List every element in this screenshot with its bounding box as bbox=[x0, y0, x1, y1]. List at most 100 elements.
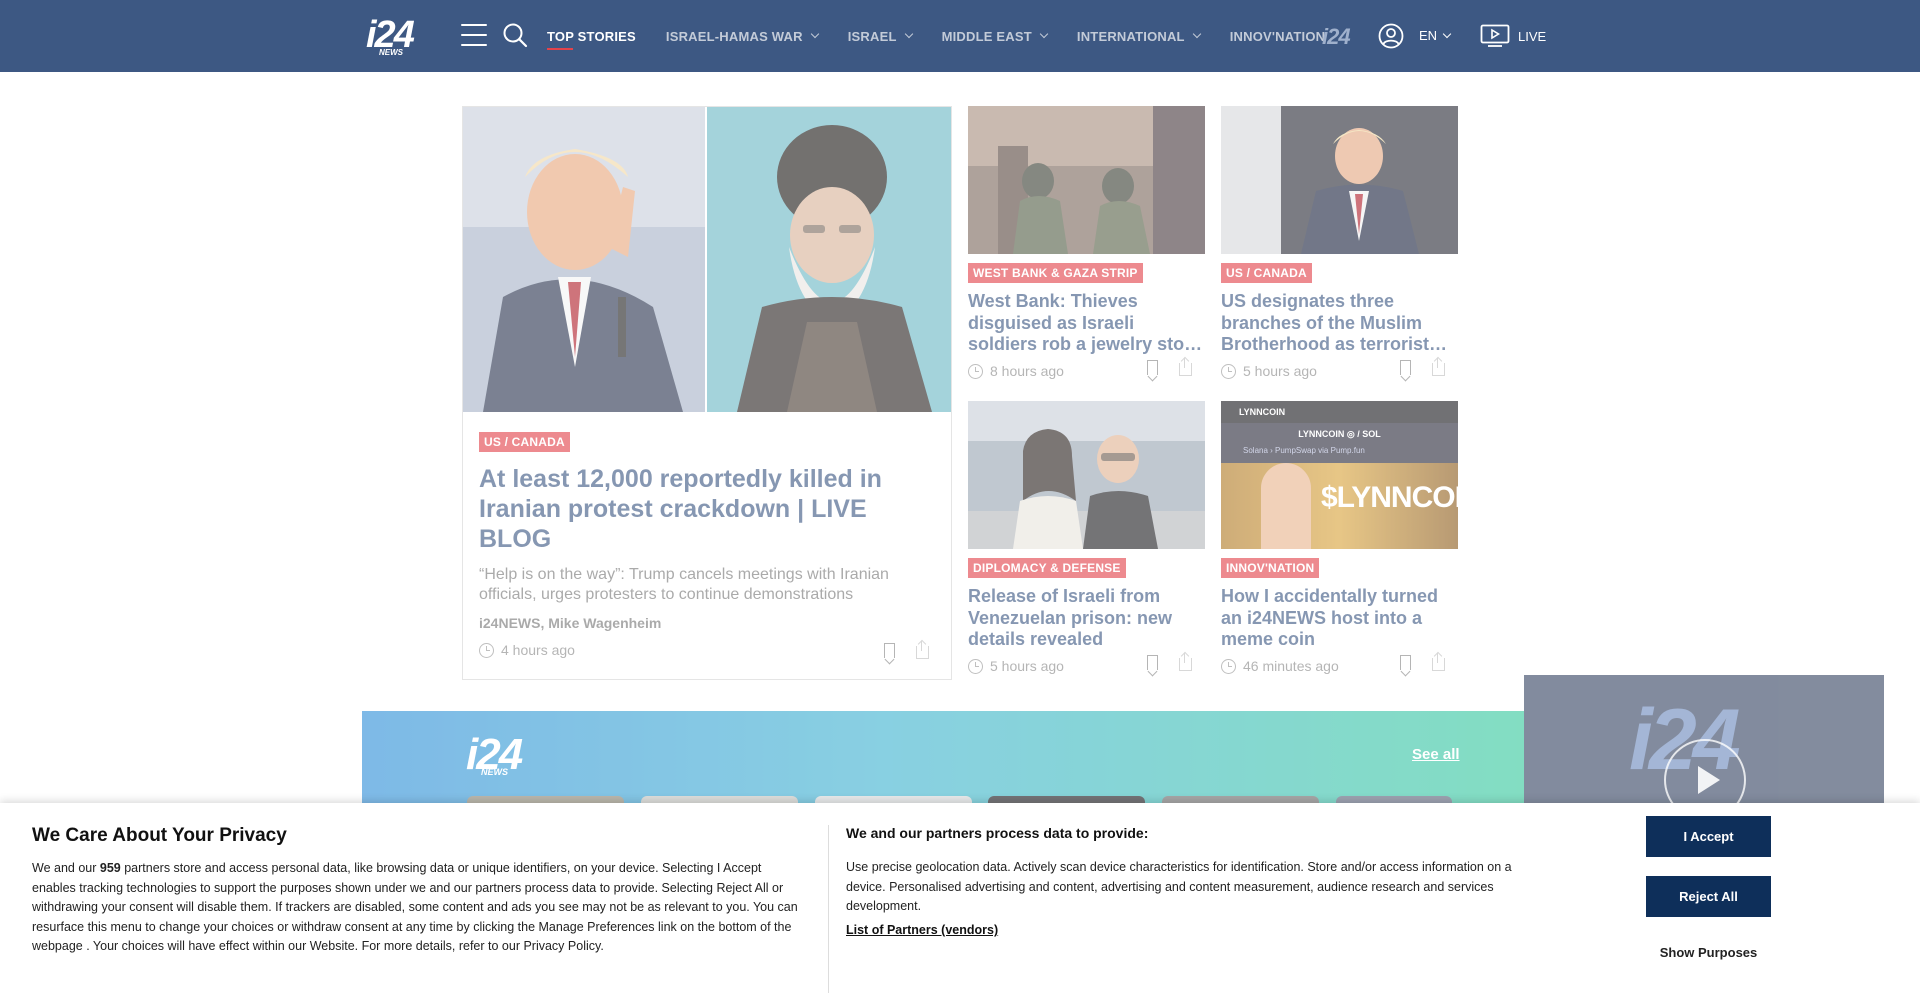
consent-divider bbox=[828, 825, 829, 993]
bookmark-icon[interactable] bbox=[1400, 360, 1411, 375]
article-card[interactable]: DIPLOMACY & DEFENSE Release of Israeli f… bbox=[968, 401, 1205, 674]
chevron-down-icon bbox=[810, 29, 819, 39]
nav-international[interactable]: INTERNATIONAL bbox=[1076, 0, 1201, 72]
article-card[interactable]: WEST BANK & GAZA STRIP West Bank: Thieve… bbox=[968, 106, 1205, 379]
nav-label: ISRAEL-HAMAS WAR bbox=[665, 28, 803, 44]
category-tag[interactable]: US / CANADA bbox=[1221, 263, 1312, 283]
category-tag[interactable]: US / CANADA bbox=[479, 432, 570, 452]
see-all-link[interactable]: See all bbox=[1412, 746, 1460, 763]
logo-subtext: NEWS bbox=[379, 48, 403, 57]
card-actions bbox=[1145, 653, 1205, 672]
share-icon[interactable] bbox=[1432, 358, 1445, 376]
nav-label: INTERNATIONAL bbox=[1076, 28, 1185, 44]
search-icon[interactable] bbox=[502, 22, 528, 48]
bookmark-icon[interactable] bbox=[1147, 655, 1158, 670]
article-title[interactable]: US designates three branches of the Musl… bbox=[1221, 291, 1458, 355]
consent-body-text: partners store and access personal data,… bbox=[32, 861, 798, 953]
nav-label: TOP STORIES bbox=[547, 28, 636, 44]
article-image[interactable] bbox=[1221, 106, 1458, 254]
chevron-down-icon bbox=[1039, 29, 1049, 39]
nav-middle-east[interactable]: MIDDLE EAST bbox=[941, 0, 1049, 72]
coin-route-label: Solana › PumpSwap via Pump.fun bbox=[1243, 446, 1365, 455]
nav-israel-hamas-war[interactable]: ISRAEL-HAMAS WAR bbox=[665, 0, 819, 72]
consent-body: We and our 959 partners store and access… bbox=[32, 859, 802, 957]
vendors-list-link[interactable]: List of Partners (vendors) bbox=[846, 923, 998, 937]
article-title[interactable]: Release of Israeli from Venezuelan priso… bbox=[968, 586, 1205, 650]
time-label: 46 minutes ago bbox=[1243, 658, 1339, 674]
logo-text: i24 bbox=[366, 14, 415, 56]
khamenei-photo bbox=[707, 107, 951, 412]
live-label: LIVE bbox=[1518, 28, 1547, 44]
live-tv-icon bbox=[1480, 24, 1510, 47]
live-button[interactable]: LIVE bbox=[1480, 24, 1546, 48]
article-author: i24NEWS, Mike Wagenheim bbox=[479, 615, 662, 631]
coin-name: $LYNNCOIN bbox=[1321, 481, 1458, 514]
consent-body-text: We and our bbox=[32, 861, 100, 875]
bookmark-icon[interactable] bbox=[1400, 655, 1411, 670]
article-card[interactable]: LYNNCOIN LYNNCOIN ◎ / SOL Solana › PumpS… bbox=[1221, 401, 1458, 674]
language-selector[interactable]: EN bbox=[1419, 28, 1452, 43]
reject-all-button[interactable]: Reject All bbox=[1646, 876, 1771, 917]
share-icon[interactable] bbox=[916, 641, 929, 659]
time-label: 5 hours ago bbox=[1243, 363, 1317, 379]
privacy-consent-banner: We Care About Your Privacy We and our 95… bbox=[0, 803, 1920, 993]
main-nav: TOP STORIES ISRAEL-HAMAS WAR ISRAEL MIDD… bbox=[547, 0, 1355, 72]
category-tag[interactable]: DIPLOMACY & DEFENSE bbox=[968, 558, 1126, 578]
coin-pair-label: LYNNCOIN ◎ / SOL bbox=[1298, 429, 1381, 439]
category-tag[interactable]: WEST BANK & GAZA STRIP bbox=[968, 263, 1143, 283]
article-card[interactable]: US / CANADA US designates three branches… bbox=[1221, 106, 1458, 379]
language-label: EN bbox=[1419, 28, 1438, 43]
featured-article[interactable]: US / CANADA At least 12,000 reportedly k… bbox=[462, 106, 952, 680]
clock-icon bbox=[968, 658, 983, 674]
clock-icon bbox=[1221, 658, 1236, 674]
nav-label: MIDDLE EAST bbox=[941, 28, 1032, 44]
trump-photo bbox=[463, 107, 705, 412]
card-actions bbox=[1398, 653, 1458, 672]
share-icon[interactable] bbox=[1179, 653, 1192, 671]
accept-button[interactable]: I Accept bbox=[1646, 816, 1771, 857]
user-account-icon[interactable] bbox=[1378, 23, 1404, 49]
nav-label: INNOV'NATION bbox=[1229, 28, 1326, 44]
nav-innovnation[interactable]: INNOV'NATION bbox=[1230, 0, 1326, 72]
article-image[interactable]: LYNNCOIN LYNNCOIN ◎ / SOL Solana › PumpS… bbox=[1221, 401, 1458, 549]
bookmark-icon[interactable] bbox=[884, 643, 895, 658]
partners-count: 959 bbox=[99, 861, 121, 875]
article-title[interactable]: West Bank: Thieves disguised as Israeli … bbox=[968, 291, 1205, 355]
i24-plus-logo[interactable]: i24 bbox=[1322, 24, 1351, 50]
featured-article-description: “Help is on the way”: Trump cancels meet… bbox=[479, 566, 889, 603]
clock-icon bbox=[968, 363, 983, 379]
video-title-bar: LYNNCOIN bbox=[1221, 401, 1458, 423]
clock-icon bbox=[479, 642, 494, 658]
time-label: 5 hours ago bbox=[990, 658, 1064, 674]
host-figure bbox=[1261, 463, 1311, 549]
share-icon[interactable] bbox=[1179, 358, 1192, 376]
time-label: 8 hours ago bbox=[990, 363, 1064, 379]
article-image[interactable] bbox=[968, 401, 1205, 549]
i24news-logo[interactable]: i24 NEWS bbox=[366, 14, 432, 57]
chevron-down-icon bbox=[904, 29, 913, 39]
article-title[interactable]: How I accidentally turned an i24NEWS hos… bbox=[1221, 586, 1458, 650]
strip-logo-subtext: NEWS bbox=[481, 767, 508, 777]
card-actions bbox=[1398, 358, 1458, 377]
time-label: 4 hours ago bbox=[501, 642, 575, 658]
nav-top-stories[interactable]: TOP STORIES bbox=[547, 0, 636, 72]
chevron-down-icon bbox=[1442, 29, 1452, 38]
show-purposes-button[interactable]: Show Purposes bbox=[1646, 945, 1771, 960]
site-header: i24 NEWS TOP STORIES ISRAEL-HAMAS WAR IS… bbox=[0, 0, 1920, 72]
chevron-down-icon bbox=[1192, 29, 1201, 39]
share-icon[interactable] bbox=[1432, 653, 1445, 671]
nav-israel[interactable]: ISRAEL bbox=[847, 0, 913, 72]
hamburger-menu-icon[interactable] bbox=[461, 22, 487, 48]
article-image[interactable] bbox=[968, 106, 1205, 254]
article-time: 4 hours ago bbox=[479, 642, 575, 658]
consent-title: We Care About Your Privacy bbox=[32, 825, 287, 846]
category-tag[interactable]: INNOV'NATION bbox=[1221, 558, 1320, 578]
bookmark-icon[interactable] bbox=[1147, 360, 1158, 375]
consent-purposes-text: Use precise geolocation data. Actively s… bbox=[846, 860, 1512, 913]
clock-icon bbox=[1221, 363, 1236, 379]
featured-article-image[interactable] bbox=[463, 107, 951, 412]
featured-article-title[interactable]: At least 12,000 reportedly killed in Ira… bbox=[479, 464, 919, 554]
consent-purposes-heading: We and our partners process data to prov… bbox=[846, 825, 1149, 841]
card-actions bbox=[1145, 358, 1205, 377]
nav-label: ISRAEL bbox=[847, 28, 897, 44]
